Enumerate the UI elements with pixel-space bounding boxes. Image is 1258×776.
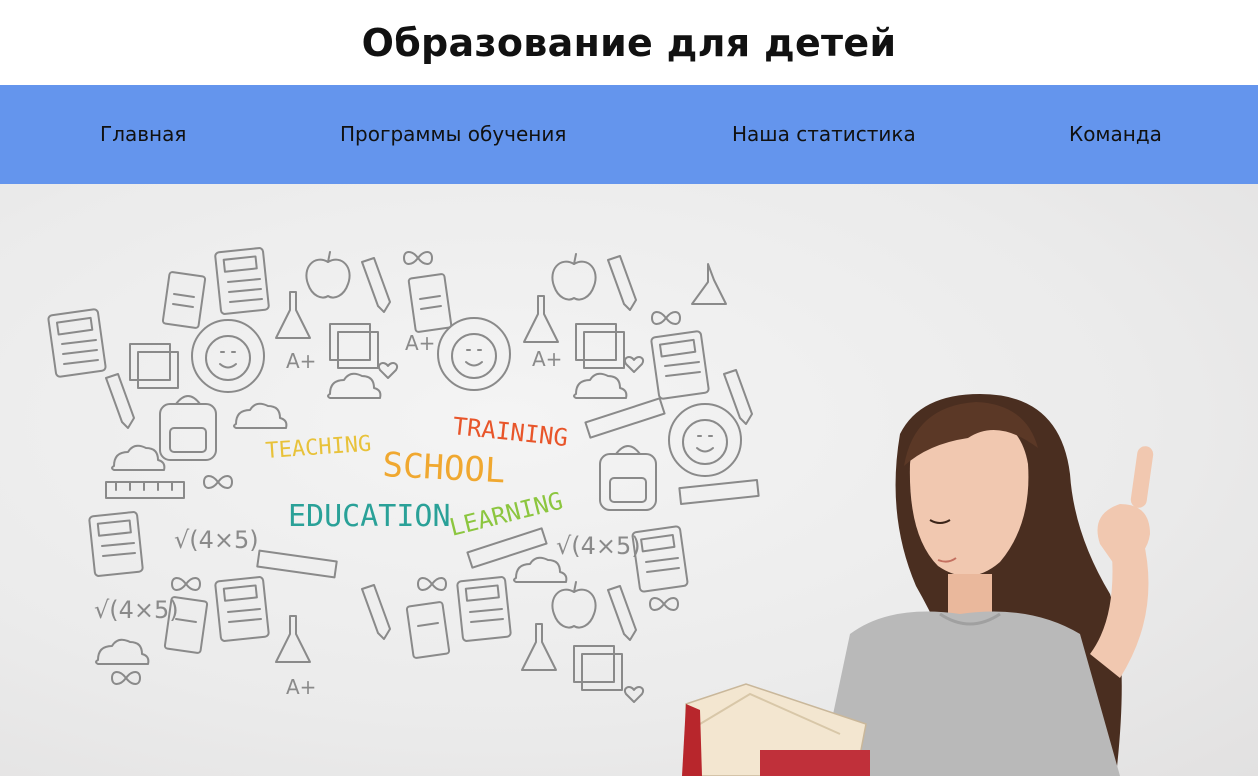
- nav-item-team[interactable]: Команда: [1069, 122, 1162, 146]
- pencil-icon: [607, 585, 637, 641]
- infinity-icon: [171, 577, 201, 591]
- site-header: Образование для детей: [0, 0, 1258, 85]
- infinity-icon: [417, 577, 447, 591]
- a-plus-doodle: A+: [286, 675, 316, 699]
- infinity-icon: [649, 597, 679, 611]
- infinity-icon: [203, 475, 233, 489]
- notebook-icon: [405, 601, 451, 659]
- infinity-icon: [651, 311, 681, 325]
- smiley-face-icon: [668, 403, 742, 477]
- smiley-face-icon: [191, 319, 265, 393]
- word-learning: LEARNING: [447, 487, 566, 542]
- cloud-icon: [233, 402, 288, 429]
- nav-item-programs[interactable]: Программы обучения: [340, 122, 566, 146]
- photo-frame-icon: [573, 645, 623, 691]
- ruler-icon: [256, 549, 338, 579]
- photo-frame-icon: [129, 343, 179, 389]
- heart-icon: [378, 362, 398, 379]
- word-education: EDUCATION: [288, 499, 451, 534]
- main-nav: Главная Программы обучения Наша статисти…: [0, 85, 1258, 184]
- word-teaching: TEACHING: [265, 432, 372, 464]
- cloud-icon: [513, 556, 568, 583]
- cloud-icon: [95, 638, 150, 665]
- sqrt-doodle: √(4×5): [556, 532, 641, 560]
- flask-icon: [523, 295, 559, 343]
- heart-icon: [624, 356, 644, 373]
- page-title: Образование для детей: [361, 20, 897, 65]
- nav-item-statistics[interactable]: Наша статистика: [732, 122, 916, 146]
- cloud-icon: [327, 372, 382, 399]
- pencil-icon: [361, 257, 391, 313]
- backpack-icon: [599, 445, 657, 511]
- word-training: TRAINING: [451, 412, 569, 452]
- flask-icon: [275, 291, 311, 339]
- calculator-icon: [214, 247, 270, 315]
- apple-icon: [551, 253, 597, 301]
- notebook-icon: [407, 273, 453, 333]
- flask-icon: [521, 623, 557, 671]
- pencil-icon: [361, 584, 391, 640]
- calculator-icon: [650, 330, 710, 400]
- pencil-icon: [723, 369, 753, 425]
- pencil-icon: [607, 255, 637, 311]
- calculator-icon: [214, 576, 270, 642]
- hero-illustration: A+ A+ A+ A+ √(4×5) √(4×5) √(4×5) TEACHIN…: [47, 247, 1154, 776]
- apple-icon: [551, 581, 597, 629]
- sqrt-doodle: √(4×5): [174, 526, 259, 554]
- backpack-icon: [159, 395, 217, 461]
- a-plus-doodle: A+: [532, 347, 562, 371]
- calculator-icon: [47, 308, 107, 378]
- ruler-icon: [105, 481, 185, 499]
- girl-with-book-photo: [682, 394, 1154, 776]
- photo-frame-icon: [575, 323, 625, 369]
- word-school: SCHOOL: [382, 445, 507, 491]
- smiley-face-icon: [437, 317, 511, 391]
- cloud-icon: [111, 444, 166, 471]
- a-plus-doodle: A+: [405, 331, 435, 355]
- ruler-icon: [678, 478, 760, 506]
- calculator-icon: [88, 511, 144, 577]
- photo-frame-icon: [329, 323, 379, 369]
- ruler-icon: [584, 397, 666, 439]
- flask-icon: [691, 263, 727, 305]
- heart-icon: [624, 686, 644, 703]
- pencil-icon: [105, 373, 135, 429]
- nav-item-home[interactable]: Главная: [100, 122, 186, 146]
- infinity-icon: [111, 671, 141, 685]
- cloud-icon: [573, 372, 628, 399]
- calculator-icon: [456, 576, 512, 642]
- notebook-icon: [161, 271, 207, 329]
- flask-icon: [275, 615, 311, 663]
- apple-icon: [305, 251, 351, 299]
- infinity-icon: [403, 251, 433, 265]
- a-plus-doodle: A+: [286, 349, 316, 373]
- hero-banner: A+ A+ A+ A+ √(4×5) √(4×5) √(4×5) TEACHIN…: [0, 184, 1258, 776]
- sqrt-doodle: √(4×5): [94, 596, 179, 624]
